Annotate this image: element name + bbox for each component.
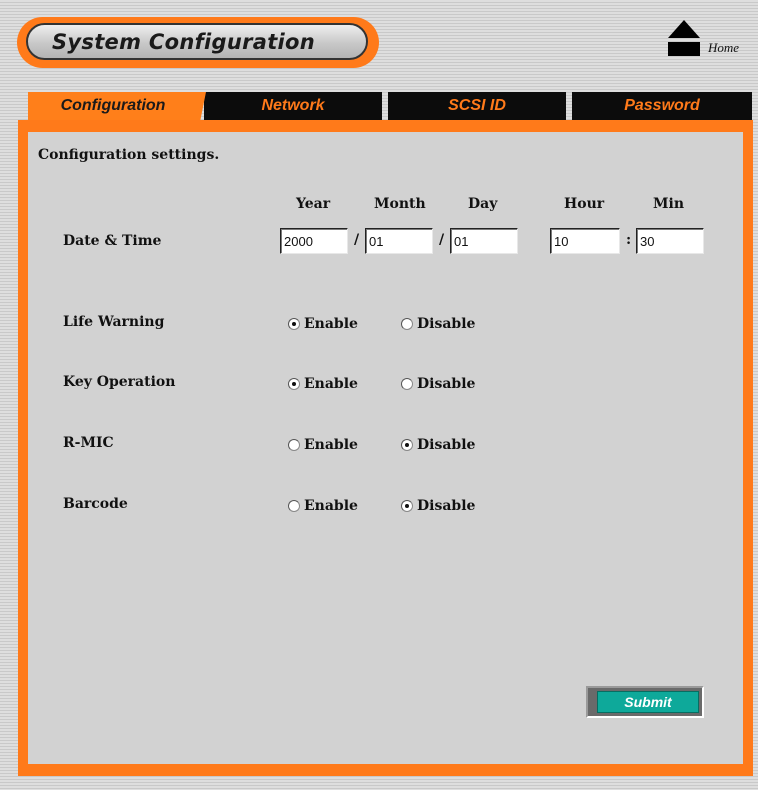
enable-label: Enable	[304, 437, 358, 453]
life-warning-label: Life Warning	[63, 314, 165, 330]
year-input[interactable]	[280, 228, 348, 254]
date-separator: /	[439, 232, 445, 248]
main-panel	[18, 120, 753, 776]
r-mic-enable-radio[interactable]	[288, 439, 300, 451]
submit-button-frame[interactable]: Submit	[586, 686, 704, 718]
submit-button[interactable]: Submit	[597, 691, 699, 713]
min-header: Min	[653, 196, 684, 212]
disable-label: Disable	[417, 498, 476, 514]
day-header: Day	[468, 196, 498, 212]
barcode-enable-option[interactable]: Enable	[288, 497, 358, 515]
page-title: System Configuration	[52, 29, 316, 54]
barcode-label: Barcode	[63, 496, 128, 512]
day-input[interactable]	[450, 228, 518, 254]
r-mic-disable-radio[interactable]	[401, 439, 413, 451]
year-header: Year	[296, 196, 331, 212]
home-label[interactable]: Home	[708, 40, 739, 56]
month-input[interactable]	[365, 228, 433, 254]
section-title: Configuration settings.	[38, 147, 220, 163]
barcode-enable-radio[interactable]	[288, 500, 300, 512]
date-separator: /	[354, 232, 360, 248]
time-separator: :	[626, 232, 632, 248]
enable-label: Enable	[304, 316, 358, 332]
r-mic-enable-option[interactable]: Enable	[288, 436, 358, 454]
life-warning-enable-radio[interactable]	[288, 318, 300, 330]
hour-input[interactable]	[550, 228, 620, 254]
tab-password[interactable]: Password	[572, 92, 752, 120]
key-operation-enable-radio[interactable]	[288, 378, 300, 390]
barcode-disable-radio[interactable]	[401, 500, 413, 512]
tab-configuration[interactable]: Configuration	[28, 92, 198, 120]
life-warning-disable-option[interactable]: Disable	[401, 315, 475, 333]
home-link[interactable]: Home	[664, 18, 754, 60]
life-warning-enable-option[interactable]: Enable	[288, 315, 358, 333]
key-operation-disable-radio[interactable]	[401, 378, 413, 390]
key-operation-enable-option[interactable]: Enable	[288, 375, 358, 393]
month-header: Month	[374, 196, 426, 212]
page-title-banner: System Configuration	[17, 17, 379, 68]
life-warning-disable-radio[interactable]	[401, 318, 413, 330]
barcode-disable-option[interactable]: Disable	[401, 497, 475, 515]
disable-label: Disable	[417, 376, 476, 392]
r-mic-disable-option[interactable]: Disable	[401, 436, 475, 454]
home-icon[interactable]	[666, 18, 702, 58]
enable-label: Enable	[304, 376, 358, 392]
min-input[interactable]	[636, 228, 704, 254]
tab-scsi-id[interactable]: SCSI ID	[388, 92, 566, 120]
hour-header: Hour	[564, 196, 605, 212]
page-title-frame: System Configuration	[26, 23, 368, 60]
enable-label: Enable	[304, 498, 358, 514]
r-mic-label: R-MIC	[63, 435, 114, 451]
key-operation-disable-option[interactable]: Disable	[401, 375, 475, 393]
tab-divider	[194, 92, 206, 122]
key-operation-label: Key Operation	[63, 374, 176, 390]
disable-label: Disable	[417, 316, 476, 332]
panel-content	[28, 132, 743, 764]
datetime-label: Date & Time	[63, 233, 162, 249]
disable-label: Disable	[417, 437, 476, 453]
tab-network[interactable]: Network	[204, 92, 382, 120]
